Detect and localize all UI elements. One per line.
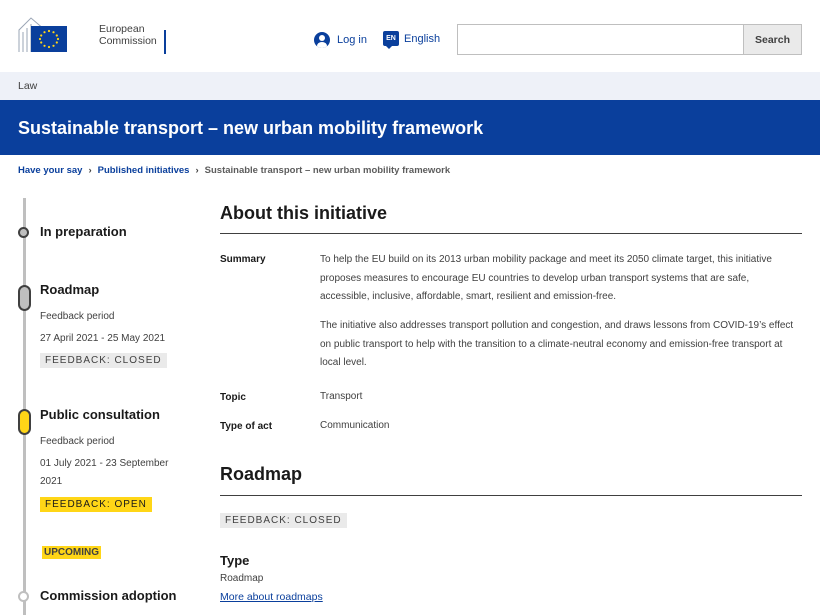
- timeline-marker-roadmap: [18, 285, 31, 311]
- language-icon: EN: [383, 31, 399, 49]
- status-badge-roadmap: FEEDBACK: CLOSED: [40, 353, 167, 368]
- search-input[interactable]: [458, 25, 743, 54]
- breadcrumb: Have your say › Published initiatives › …: [18, 165, 450, 176]
- timeline-roadmap-title[interactable]: Roadmap: [40, 282, 99, 297]
- eu-flag-icon: [31, 26, 67, 52]
- timeline-consultation-dates-line1: 01 July 2021 - 23 September: [40, 458, 169, 469]
- roadmap-heading: Roadmap: [220, 464, 303, 484]
- law-link[interactable]: Law: [18, 80, 37, 92]
- summary-paragraph-2: The initiative also addresses transport …: [320, 320, 794, 368]
- timeline-roadmap-dates: 27 April 2021 - 25 May 2021: [40, 333, 166, 344]
- topic-label: Topic: [220, 392, 246, 403]
- topic-value: Transport: [320, 391, 363, 402]
- summary-label: Summary: [220, 254, 266, 265]
- type-value: Roadmap: [220, 573, 264, 584]
- logo-line-2: Commission: [99, 35, 157, 47]
- logo-line-1: European: [99, 23, 145, 35]
- user-icon: [314, 32, 330, 48]
- page-title: Sustainable transport – new urban mobili…: [18, 118, 484, 138]
- timeline-in-preparation: In preparation: [40, 224, 127, 239]
- more-about-roadmaps-link[interactable]: More about roadmaps: [220, 591, 323, 603]
- section-divider: [220, 233, 802, 234]
- breadcrumb-separator: ›: [195, 165, 199, 176]
- login-link[interactable]: Log in: [314, 32, 367, 48]
- timeline-marker-public-consultation: [18, 409, 31, 435]
- search-form: Search: [457, 24, 802, 55]
- breadcrumb-published-initiatives[interactable]: Published initiatives: [98, 165, 190, 176]
- page-header-banner: Sustainable transport – new urban mobili…: [0, 100, 820, 155]
- search-button[interactable]: Search: [743, 25, 801, 54]
- breadcrumb-current: Sustainable transport – new urban mobili…: [204, 165, 451, 176]
- european-commission-logo[interactable]: European Commission: [17, 16, 157, 54]
- timeline-commission-adoption: Commission adoption: [40, 588, 177, 603]
- logo-emblem: [17, 16, 69, 54]
- logo-divider: [164, 30, 166, 54]
- status-badge-roadmap-section: FEEDBACK: CLOSED: [220, 513, 347, 528]
- site-name-bar: Law: [0, 72, 820, 100]
- language-selector[interactable]: EN English: [383, 31, 441, 49]
- timeline-consultation-dates-line2: 2021: [40, 476, 63, 487]
- about-initiative-heading: About this initiative: [220, 203, 388, 223]
- login-label: Log in: [337, 34, 367, 46]
- type-of-act-label: Type of act: [220, 421, 273, 432]
- section-divider: [220, 495, 802, 496]
- timeline-consultation-period-label: Feedback period: [40, 436, 115, 447]
- timeline-track: [23, 198, 26, 615]
- status-badge-consultation: FEEDBACK: OPEN: [40, 497, 152, 512]
- timeline-dot-commission-adoption: [18, 591, 29, 602]
- timeline-public-consultation-title[interactable]: Public consultation: [40, 407, 160, 422]
- timeline-roadmap-period-label: Feedback period: [40, 311, 115, 322]
- summary-paragraph-1: To help the EU build on its 2013 urban m…: [320, 254, 772, 302]
- breadcrumb-separator: ›: [88, 165, 92, 176]
- breadcrumb-have-your-say[interactable]: Have your say: [18, 165, 82, 176]
- type-heading: Type: [220, 553, 250, 568]
- language-label: English: [404, 32, 441, 45]
- logo-text: European Commission: [99, 23, 157, 47]
- upcoming-label: UPCOMING: [42, 546, 101, 559]
- site-header: European Commission Log in EN English Se…: [0, 0, 820, 72]
- type-of-act-value: Communication: [320, 420, 390, 431]
- timeline-dot-in-preparation: [18, 227, 29, 238]
